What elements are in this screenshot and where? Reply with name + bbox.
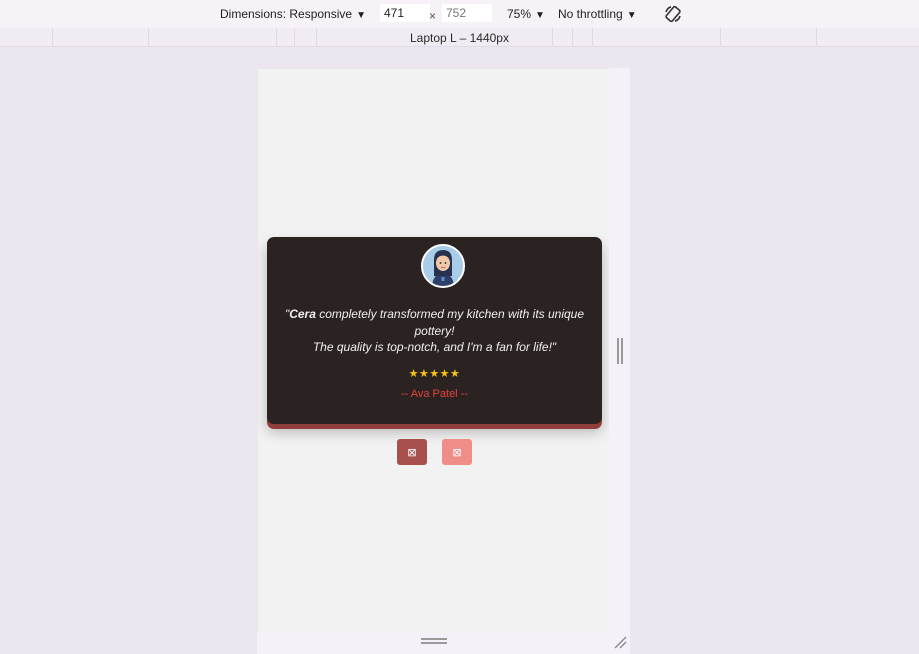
- previous-testimonial-button[interactable]: ⊠: [397, 439, 427, 465]
- devtools-toolbar: Dimensions: Responsive▼ × 75%▼ No thrott…: [0, 0, 919, 28]
- quote-line-1: completely transformed my kitchen with i…: [315, 307, 585, 338]
- star-rating: ★★★★★: [408, 368, 461, 380]
- missing-glyph-icon: ⊠: [452, 445, 462, 459]
- testimonial-author: -- Ava Patel --: [400, 388, 469, 400]
- width-resize-handle[interactable]: [617, 338, 623, 364]
- testimonial-card: "Cera completely transformed my kitchen …: [267, 237, 602, 424]
- device-label: Laptop L – 1440px: [410, 31, 509, 45]
- zoom-label: 75%: [507, 7, 532, 21]
- chevron-down-icon: ▼: [626, 10, 637, 21]
- width-input[interactable]: [380, 4, 430, 22]
- chevron-down-icon: ▼: [356, 10, 366, 21]
- zoom-dropdown[interactable]: 75% ▼: [507, 7, 545, 21]
- height-resize-handle[interactable]: [421, 638, 447, 644]
- times-sign: ×: [429, 9, 437, 23]
- corner-resize-handle[interactable]: [613, 635, 627, 649]
- quote-line-2: The quality is top-notch, and I'm a fan …: [312, 340, 557, 354]
- dimensions-label: Dimensions: Responsive: [220, 7, 353, 21]
- throttling-label: No throttling: [558, 7, 623, 21]
- avatar: [421, 244, 465, 288]
- brand-name: Cera: [289, 307, 316, 321]
- rotate-icon[interactable]: [663, 4, 683, 24]
- height-input[interactable]: [442, 4, 492, 22]
- chevron-down-icon: ▼: [535, 10, 545, 21]
- testimonial-quote: "Cera completely transformed my kitchen …: [281, 306, 588, 356]
- throttling-dropdown[interactable]: No throttling ▼: [558, 7, 637, 21]
- next-testimonial-button[interactable]: ⊠: [442, 439, 472, 465]
- missing-glyph-icon: ⊠: [407, 445, 417, 459]
- dimensions-dropdown[interactable]: Dimensions: Responsive ▼: [220, 7, 366, 21]
- device-viewport: "Cera completely transformed my kitchen …: [257, 68, 610, 634]
- avatar-image: [423, 246, 463, 286]
